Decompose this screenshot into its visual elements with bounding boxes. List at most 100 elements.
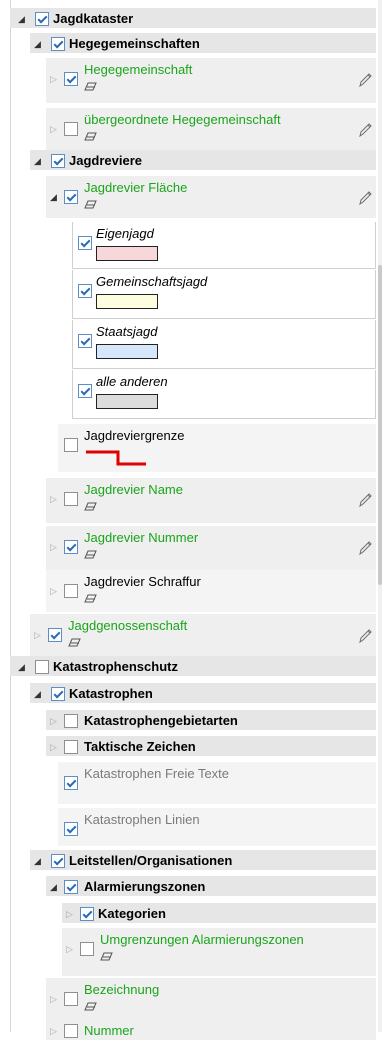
- layer-label: Jagdrevier Schraffur: [84, 574, 201, 589]
- layer-label: Gemeinschaftsjagd: [96, 274, 208, 289]
- expand-arrow-icon[interactable]: ▷: [34, 630, 41, 640]
- collapse-arrow-icon[interactable]: ◢: [50, 882, 57, 892]
- expand-arrow-icon[interactable]: ▷: [50, 124, 57, 134]
- expand-arrow-icon[interactable]: ▷: [50, 1026, 57, 1036]
- layer-checkbox[interactable]: [64, 1024, 78, 1038]
- collapse-arrow-icon[interactable]: ◢: [34, 856, 41, 866]
- layer-label: alle anderen: [96, 374, 168, 389]
- pencil-icon[interactable]: [358, 190, 372, 206]
- layer-checkbox[interactable]: [64, 822, 78, 836]
- collapse-arrow-icon[interactable]: ◢: [50, 192, 57, 202]
- color-swatch: [96, 294, 158, 309]
- expand-arrow-icon[interactable]: ▷: [50, 994, 57, 1004]
- layer-checkbox[interactable]: [64, 540, 78, 554]
- tree-row-jagdrevier-flaeche[interactable]: ◢ Jagdrevier Fläche: [0, 176, 378, 220]
- layer-checkbox[interactable]: [64, 992, 78, 1006]
- tree-row-umgrenzungen[interactable]: ▷ Umgrenzungen Alarmierungszonen: [0, 928, 378, 978]
- layer-checkbox[interactable]: [51, 687, 65, 701]
- layer-label: Jagdrevier Name: [84, 482, 183, 497]
- layer-checkbox[interactable]: [64, 740, 78, 754]
- tree-row-jagdreviergrenze[interactable]: Jagdreviergrenze: [0, 424, 378, 474]
- scrollbar-thumb[interactable]: [378, 265, 382, 585]
- pencil-icon[interactable]: [358, 492, 372, 508]
- tree-row-katastrophen-linien[interactable]: Katastrophen Linien: [0, 808, 378, 848]
- collapse-arrow-icon[interactable]: ◢: [18, 662, 25, 672]
- layer-checkbox[interactable]: [80, 907, 94, 921]
- tree-row-hegegemeinschaft[interactable]: ▷ Hegegemeinschaft: [0, 58, 378, 105]
- layer-checkbox[interactable]: [64, 714, 78, 728]
- eraser-icon: [84, 1002, 97, 1011]
- tree-row-staatsjagd[interactable]: Staatsjagd: [0, 320, 378, 370]
- expand-arrow-icon[interactable]: ▷: [50, 586, 57, 596]
- expand-arrow-icon[interactable]: ▷: [50, 74, 57, 84]
- tree-row-jagdgenossenschaft[interactable]: ▷ Jagdgenossenschaft: [0, 614, 378, 660]
- tree-row-katastrophenschutz[interactable]: ◢ Katastrophenschutz: [0, 656, 378, 678]
- tree-row-jagdrevier-nummer[interactable]: ▷ Jagdrevier Nummer: [0, 526, 378, 573]
- tree-row-jagdrevier-name[interactable]: ▷ Jagdrevier Name: [0, 478, 378, 525]
- eraser-icon: [100, 952, 113, 961]
- tree-row-jagdrevier-schraffur[interactable]: ▷ Jagdrevier Schraffur: [0, 570, 378, 614]
- tree-row-gemeinschaftsjagd[interactable]: Gemeinschaftsjagd: [0, 270, 378, 320]
- layer-checkbox[interactable]: [64, 776, 78, 790]
- expand-arrow-icon[interactable]: ▷: [50, 494, 57, 504]
- tree-row-alarmierungszonen[interactable]: ◢ Alarmierungszonen: [0, 876, 378, 898]
- layer-label: Kategorien: [98, 906, 166, 921]
- pencil-icon[interactable]: [358, 540, 372, 556]
- layer-checkbox[interactable]: [51, 154, 65, 168]
- expand-arrow-icon[interactable]: ▷: [50, 542, 57, 552]
- tree-row-alle-anderen[interactable]: alle anderen: [0, 370, 378, 420]
- tree-row-kategorien[interactable]: ▷ Kategorien: [0, 903, 378, 925]
- layer-checkbox[interactable]: [51, 854, 65, 868]
- tree-row-bezeichnung[interactable]: ▷ Bezeichnung: [0, 978, 378, 1024]
- layer-label: Jagdgenossenschaft: [68, 618, 188, 633]
- collapse-arrow-icon[interactable]: ◢: [34, 689, 41, 699]
- layer-checkbox[interactable]: [64, 438, 78, 452]
- expand-arrow-icon[interactable]: ▷: [66, 909, 73, 919]
- scrollbar[interactable]: [378, 0, 382, 1032]
- layer-checkbox[interactable]: [78, 334, 92, 348]
- expand-arrow-icon[interactable]: ▷: [66, 944, 73, 954]
- collapse-arrow-icon[interactable]: ◢: [18, 14, 25, 24]
- expand-arrow-icon[interactable]: ▷: [50, 742, 57, 752]
- expand-arrow-icon[interactable]: ▷: [50, 716, 57, 726]
- tree-row-jagdkataster[interactable]: ◢ Jagdkataster: [0, 8, 378, 30]
- layer-checkbox[interactable]: [35, 660, 49, 674]
- layer-checkbox[interactable]: [64, 492, 78, 506]
- layer-label: Jagdkataster: [53, 11, 134, 26]
- collapse-arrow-icon[interactable]: ◢: [34, 39, 41, 49]
- tree-row-katastrophen-freie-texte[interactable]: Katastrophen Freie Texte: [0, 762, 378, 806]
- tree-row-hegegemeinschaften[interactable]: ◢ Hegegemeinschaften: [0, 33, 378, 55]
- collapse-arrow-icon[interactable]: ◢: [34, 156, 41, 166]
- layer-checkbox[interactable]: [64, 584, 78, 598]
- layer-checkbox[interactable]: [64, 72, 78, 86]
- layer-checkbox[interactable]: [51, 37, 65, 51]
- tree-row-leitstellen[interactable]: ◢ Leitstellen/Organisationen: [0, 850, 378, 872]
- layer-checkbox[interactable]: [78, 284, 92, 298]
- pencil-icon[interactable]: [358, 72, 372, 88]
- tree-row-katastrophengebietarten[interactable]: ▷ Katastrophengebietarten: [0, 710, 378, 732]
- layer-label: Bezeichnung: [84, 982, 160, 997]
- layer-label: Jagdrevier Nummer: [84, 530, 199, 545]
- pencil-icon[interactable]: [358, 122, 372, 138]
- tree-row-uebergeordnete-hegegemeinschaft[interactable]: ▷ übergeordnete Hegegemeinschaft: [0, 108, 378, 155]
- tree-row-katastrophen[interactable]: ◢ Katastrophen: [0, 683, 378, 705]
- tree-row-taktische-zeichen[interactable]: ▷ Taktische Zeichen: [0, 736, 378, 758]
- layer-checkbox[interactable]: [48, 628, 62, 642]
- layer-checkbox[interactable]: [64, 880, 78, 894]
- pencil-icon[interactable]: [358, 628, 372, 644]
- tree-row-nummer[interactable]: ▷ Nummer: [0, 1020, 378, 1042]
- layer-label: Katastrophengebietarten: [84, 713, 238, 728]
- layer-label: Eigenjagd: [96, 226, 154, 241]
- layer-checkbox[interactable]: [64, 190, 78, 204]
- layer-label: Umgrenzungen Alarmierungszonen: [100, 932, 304, 947]
- layer-checkbox[interactable]: [78, 236, 92, 250]
- eraser-icon: [84, 502, 97, 511]
- layer-checkbox[interactable]: [35, 12, 49, 26]
- tree-row-jagdreviere[interactable]: ◢ Jagdreviere: [0, 150, 378, 172]
- layer-checkbox[interactable]: [80, 942, 94, 956]
- layer-label: Katastrophen: [69, 686, 153, 701]
- layer-checkbox[interactable]: [64, 122, 78, 136]
- layer-checkbox[interactable]: [78, 384, 92, 398]
- line-symbol-sample: [86, 450, 146, 466]
- tree-row-eigenjagd[interactable]: Eigenjagd: [0, 222, 378, 270]
